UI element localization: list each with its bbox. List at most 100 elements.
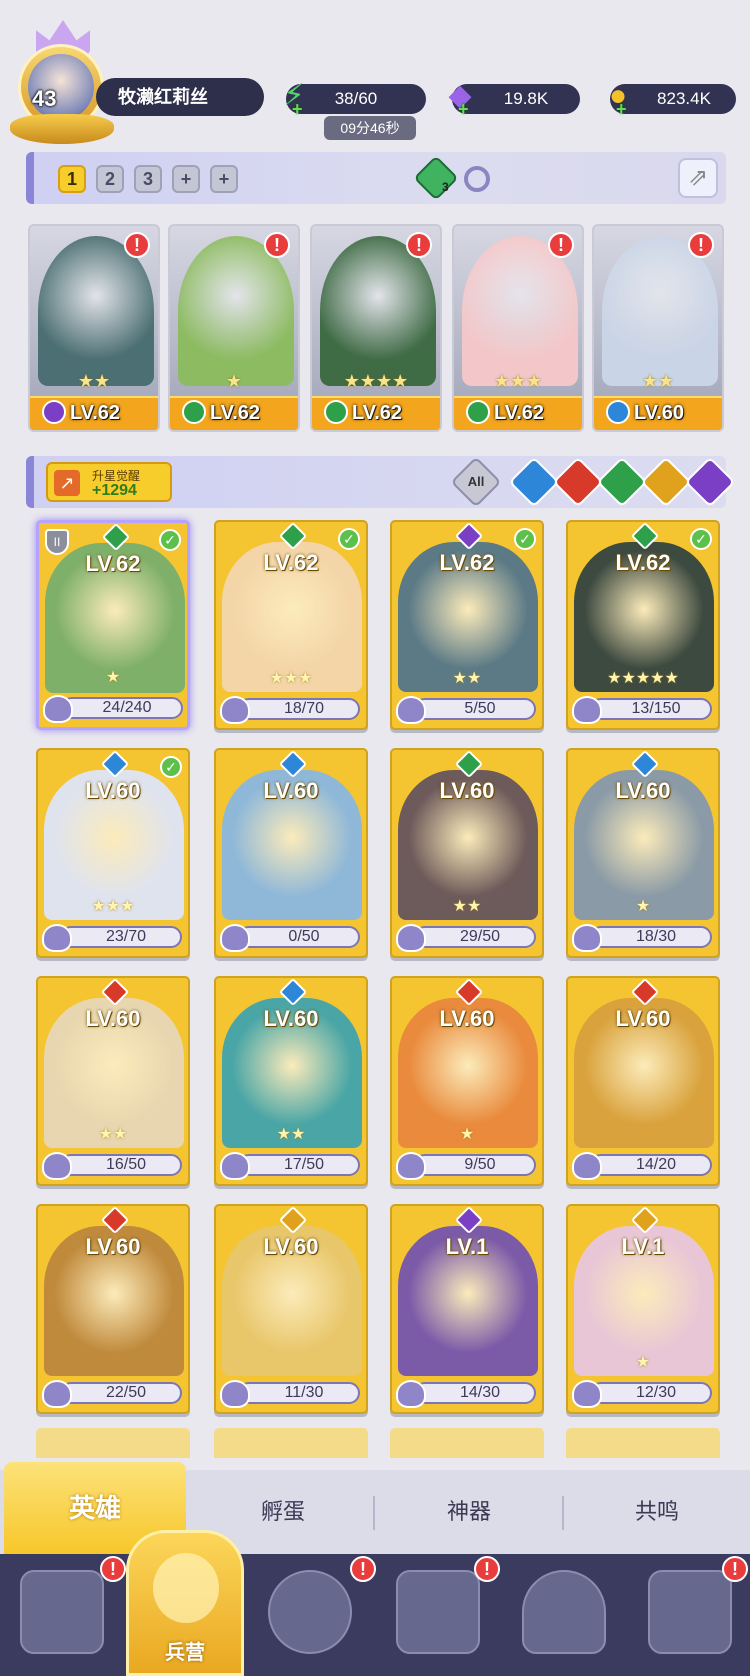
team-slot-2[interactable]: 2 bbox=[96, 165, 124, 193]
search-icon[interactable] bbox=[464, 166, 490, 192]
fragment-progress: 24/240 bbox=[61, 697, 183, 719]
filter-water-button[interactable] bbox=[508, 456, 560, 508]
hero-stars: ★★ bbox=[77, 371, 111, 391]
team-hero-card[interactable]: ★★ LV.60 ! bbox=[592, 224, 724, 432]
nature-element-icon bbox=[182, 400, 206, 424]
fragment-progress: 17/50 bbox=[238, 1154, 360, 1176]
hero-level: LV.62 bbox=[263, 550, 319, 575]
tab-artifacts[interactable]: 神器 bbox=[376, 1470, 562, 1554]
filter-dark-button[interactable] bbox=[684, 456, 736, 508]
tab-resonance[interactable]: 共鸣 bbox=[564, 1470, 750, 1554]
guild-shield-nav-icon[interactable] bbox=[648, 1570, 732, 1654]
fragment-icon bbox=[396, 1380, 426, 1408]
hero-card[interactable]: ✓ LV.60 ★★★ 23/70 bbox=[36, 748, 190, 958]
player-avatar[interactable]: 43 bbox=[10, 18, 114, 144]
check-icon: ✓ bbox=[514, 528, 536, 550]
team-slot-add-1[interactable]: + bbox=[172, 165, 200, 193]
filter-all-button[interactable]: All bbox=[450, 456, 502, 508]
hero-stars: ★★ bbox=[452, 898, 482, 915]
filter-fire-button[interactable] bbox=[552, 456, 604, 508]
nature-element-icon bbox=[324, 400, 348, 424]
hero-card[interactable]: ✓ LV.62 ★★★ 18/70 bbox=[214, 520, 368, 730]
alert-badge: ! bbox=[474, 1556, 500, 1582]
hero-level: LV.62 bbox=[494, 402, 545, 424]
hero-level: LV.62 bbox=[352, 402, 403, 424]
hero-level: LV.60 bbox=[85, 1006, 141, 1031]
hero-stars: ★★ bbox=[276, 1126, 306, 1143]
cards-nav-icon[interactable] bbox=[20, 1570, 104, 1654]
team-gem-icon[interactable] bbox=[413, 155, 459, 201]
hero-level: LV.60 bbox=[263, 1006, 319, 1031]
alert-badge: ! bbox=[100, 1556, 126, 1582]
hero-stars: ★ bbox=[459, 1126, 475, 1143]
alert-badge: ! bbox=[722, 1556, 748, 1582]
team-slot-1[interactable]: 1 bbox=[58, 165, 86, 193]
hero-card[interactable]: LV.60 ★★ 16/50 bbox=[36, 976, 190, 1186]
fragment-progress: 29/50 bbox=[414, 926, 536, 948]
card-footer: LV.60 bbox=[594, 396, 722, 430]
hero-portrait bbox=[602, 236, 718, 386]
hero-stars: ★ bbox=[635, 1354, 651, 1371]
add-gold-icon[interactable]: + bbox=[616, 94, 627, 124]
fragment-progress: 11/30 bbox=[238, 1382, 360, 1404]
hero-card[interactable]: LV.60 ★★ 17/50 bbox=[214, 976, 368, 1186]
player-name[interactable]: 牧濑红莉丝 bbox=[96, 78, 264, 116]
team-hero-card[interactable]: ★★★★ LV.62 ! bbox=[310, 224, 442, 432]
water-element-icon bbox=[606, 400, 630, 424]
bottom-navigation: ! ! ! ! bbox=[0, 1554, 750, 1676]
hero-card[interactable]: LV.60 11/30 bbox=[214, 1204, 368, 1414]
gold-counter[interactable]: ● + 823.4K bbox=[609, 81, 736, 119]
team-selector-bar: 1 2 3 + + 3 ⇗ bbox=[26, 152, 726, 204]
filter-nature-button[interactable] bbox=[596, 456, 648, 508]
add-energy-icon[interactable]: + bbox=[292, 94, 303, 124]
filter-light-button[interactable] bbox=[640, 456, 692, 508]
mushroom-nav-icon[interactable] bbox=[522, 1570, 606, 1654]
hero-portrait bbox=[38, 236, 154, 386]
hero-stars: ★ bbox=[225, 371, 243, 391]
card-footer: LV.62 bbox=[312, 396, 440, 430]
hero-level: LV.62 bbox=[70, 402, 121, 424]
hero-level: LV.62 bbox=[210, 402, 261, 424]
team-hero-card[interactable]: ★★ LV.62 ! bbox=[28, 224, 160, 432]
alert-badge: ! bbox=[406, 232, 432, 258]
hero-card[interactable]: ✓ II LV.62 ★ 24/240 bbox=[36, 520, 190, 730]
shop-nav-icon[interactable] bbox=[396, 1570, 480, 1654]
hero-card[interactable]: ✓ LV.62 ★★★★★ 13/150 bbox=[566, 520, 720, 730]
team-hero-card[interactable]: ★ LV.62 ! bbox=[168, 224, 300, 432]
hero-card[interactable]: LV.60 ★ 18/30 bbox=[566, 748, 720, 958]
team-slot-3[interactable]: 3 bbox=[134, 165, 162, 193]
card-footer: LV.62 bbox=[170, 396, 298, 430]
hero-card[interactable]: LV.60 14/20 bbox=[566, 976, 720, 1186]
hero-card[interactable]: LV.60 0/50 bbox=[214, 748, 368, 958]
hero-card[interactable]: LV.1 14/30 bbox=[390, 1204, 544, 1414]
alert-badge: ! bbox=[688, 232, 714, 258]
energy-counter[interactable]: ⚡ + 38/60 bbox=[283, 81, 426, 119]
fragment-icon bbox=[396, 1152, 426, 1180]
barracks-nav-label: 兵营 bbox=[165, 1642, 205, 1664]
energy-timer: 09分46秒 bbox=[324, 116, 416, 140]
book-nav-icon[interactable] bbox=[268, 1570, 352, 1654]
fragment-icon bbox=[396, 924, 426, 952]
hero-card[interactable]: LV.60 ★ 9/50 bbox=[390, 976, 544, 1186]
hero-filter-bar: ↗ 升星觉醒 +1294 All bbox=[26, 456, 736, 508]
barracks-nav-button[interactable]: 兵营 bbox=[126, 1530, 244, 1676]
hero-level: LV.1 bbox=[621, 1234, 665, 1259]
fragment-progress: 14/30 bbox=[414, 1382, 536, 1404]
team-slot-add-2[interactable]: + bbox=[210, 165, 238, 193]
share-icon[interactable]: ⇗ bbox=[678, 158, 718, 198]
hero-stars: ★★★ bbox=[493, 371, 543, 391]
team-gem-count: 3 bbox=[442, 180, 449, 194]
gem-counter[interactable]: ◆ + 19.8K bbox=[448, 81, 580, 119]
team-hero-card[interactable]: ★★★ LV.62 ! bbox=[452, 224, 584, 432]
hero-card[interactable]: ✓ LV.62 ★★ 5/50 bbox=[390, 520, 544, 730]
hero-card[interactable]: LV.60 ★★ 29/50 bbox=[390, 748, 544, 958]
star-up-awaken-button[interactable]: ↗ 升星觉醒 +1294 bbox=[46, 462, 172, 502]
alert-badge: ! bbox=[350, 1556, 376, 1582]
add-gems-icon[interactable]: + bbox=[458, 94, 469, 124]
hero-card[interactable]: LV.60 22/50 bbox=[36, 1204, 190, 1414]
hero-level: LV.62 bbox=[439, 550, 495, 575]
hero-card[interactable]: LV.1 ★ 12/30 bbox=[566, 1204, 720, 1414]
hero-level: LV.62 bbox=[615, 550, 671, 575]
hero-stars: ★★★ bbox=[269, 670, 313, 687]
hero-stars: ★★★★★ bbox=[607, 670, 679, 687]
